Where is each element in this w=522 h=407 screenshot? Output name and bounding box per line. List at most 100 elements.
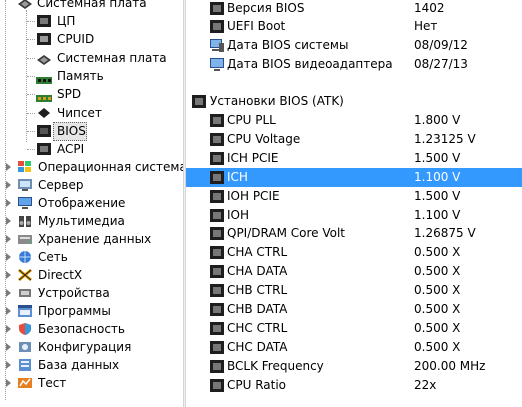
tree-item-cpuid[interactable]: CPUID xyxy=(0,30,183,48)
expand-arrow-icon[interactable] xyxy=(6,181,11,189)
tree-item-os[interactable]: Операционная система xyxy=(0,158,183,176)
list-row[interactable]: CHC DATA 0.500 X xyxy=(186,338,522,357)
list-row[interactable]: CHB CTRL 0.500 X xyxy=(186,281,522,300)
tree-item-label: SPD xyxy=(57,87,82,101)
multimedia-icon xyxy=(17,214,33,228)
field-label: Дата BIOS системы xyxy=(227,38,349,52)
field-label: CPU Ratio xyxy=(227,378,287,392)
tree-item-spd[interactable]: SPD xyxy=(0,85,183,103)
list-row[interactable]: IOH 1.100 V xyxy=(186,206,522,225)
group-title: Установки BIOS (ATK) xyxy=(210,94,344,108)
field-value: 0.500 X xyxy=(414,340,461,354)
tree-item-chipset[interactable]: Чипсет xyxy=(0,104,183,122)
windows-icon xyxy=(17,160,33,174)
list-row[interactable]: CPU Ratio 22x xyxy=(186,376,522,395)
list-row[interactable]: IOH PCIE 1.500 V xyxy=(186,187,522,206)
chip-icon xyxy=(210,20,224,33)
expand-arrow-icon[interactable] xyxy=(6,325,11,333)
field-label: CHC CTRL xyxy=(227,321,288,335)
tree-item-devices[interactable]: Устройства xyxy=(0,284,183,302)
tree-item-bios[interactable]: BIOS xyxy=(0,122,183,140)
shield-icon xyxy=(17,322,33,336)
chip-icon xyxy=(210,114,224,127)
tree-item-database[interactable]: База данных xyxy=(0,356,183,374)
expand-arrow-icon[interactable] xyxy=(6,271,11,279)
tree-item-label: Тест xyxy=(38,376,67,390)
chip-icon xyxy=(210,322,224,335)
storage-icon xyxy=(17,232,33,246)
field-value: 1.800 V xyxy=(414,113,461,127)
tree-item-programs[interactable]: Программы xyxy=(0,302,183,320)
tree-item-storage[interactable]: Хранение данных xyxy=(0,230,183,248)
tree-item-memory[interactable]: Память xyxy=(0,67,183,85)
navigation-tree: Системная плата ЦП CPUID Системная плата… xyxy=(0,0,183,407)
expand-arrow-icon[interactable] xyxy=(6,361,11,369)
tree-item-label: Отображение xyxy=(38,196,126,210)
list-row[interactable]: CPU Voltage 1.23125 V xyxy=(186,130,522,149)
tree-item-label: Программы xyxy=(38,304,111,318)
list-row[interactable]: CHC CTRL 0.500 X xyxy=(186,319,522,338)
expand-arrow-icon[interactable] xyxy=(6,307,11,315)
list-row[interactable]: QPI/DRAM Core Volt 1.26875 V xyxy=(186,224,522,243)
tree-item-motherboard[interactable]: Системная плата xyxy=(0,49,183,67)
field-label: CPU PLL xyxy=(227,113,276,127)
tree-item-label: CPUID xyxy=(57,32,95,46)
field-value: 200.00 MHz xyxy=(414,359,486,373)
list-row[interactable]: ICH 1.100 V xyxy=(186,168,522,187)
tree-item-label: Системная плата xyxy=(57,51,167,65)
list-row-uefi-boot[interactable]: UEFI Boot Нет xyxy=(186,17,522,36)
list-row-bios-version[interactable]: Версия BIOS 1402 xyxy=(186,0,522,18)
programs-icon xyxy=(17,304,33,318)
tree-item-display[interactable]: Отображение xyxy=(0,194,183,212)
field-label: BCLK Frequency xyxy=(227,359,324,373)
tree-item-label: Хранение данных xyxy=(38,232,152,246)
tree-item-label: База данных xyxy=(38,358,120,372)
list-row[interactable]: CHB DATA 0.500 X xyxy=(186,300,522,319)
expand-arrow-icon[interactable] xyxy=(6,343,11,351)
field-label: Версия BIOS xyxy=(227,1,305,15)
database-icon xyxy=(17,358,33,372)
field-value: 1.100 V xyxy=(414,208,461,222)
expand-arrow-icon[interactable] xyxy=(6,199,11,207)
tree-item-server[interactable]: Сервер xyxy=(0,176,183,194)
list-row[interactable]: CPU PLL 1.800 V xyxy=(186,111,522,130)
field-label: CHC DATA xyxy=(227,340,288,354)
field-value: 08/27/13 xyxy=(414,57,468,71)
tree-item-test[interactable]: Тест xyxy=(0,374,183,392)
expand-arrow-icon[interactable] xyxy=(6,253,11,261)
tree-item-label: Сеть xyxy=(38,250,68,264)
tree-item-label: Сервер xyxy=(38,178,84,192)
list-row[interactable]: BCLK Frequency 200.00 MHz xyxy=(186,357,522,376)
chip-icon xyxy=(210,171,224,184)
list-row[interactable]: CHA CTRL 0.500 X xyxy=(186,243,522,262)
tree-item-config[interactable]: Конфигурация xyxy=(0,338,183,356)
group-header-bios-settings[interactable]: Установки BIOS (ATK) xyxy=(186,92,522,111)
field-value: 1.500 V xyxy=(414,189,461,203)
field-label: UEFI Boot xyxy=(227,19,286,33)
acpi-icon xyxy=(36,142,52,156)
list-row-video-bios-date[interactable]: Дата BIOS видеоадаптера 08/27/13 xyxy=(186,55,522,74)
chip-icon xyxy=(210,303,224,316)
expand-arrow-icon[interactable] xyxy=(6,163,11,171)
tree-item-label: Безопасность xyxy=(38,322,125,336)
display-icon xyxy=(17,196,33,210)
tree-item-motherboard-root[interactable]: Системная плата xyxy=(0,0,183,12)
tree-item-acpi[interactable]: ACPI xyxy=(0,140,183,158)
tree-item-label: Системная плата xyxy=(37,0,147,10)
list-row[interactable]: ICH PCIE 1.500 V xyxy=(186,149,522,168)
network-icon xyxy=(17,250,33,264)
tree-item-cpu[interactable]: ЦП xyxy=(0,12,183,30)
list-row[interactable]: CHA DATA 0.500 X xyxy=(186,262,522,281)
expand-arrow-icon[interactable] xyxy=(6,217,11,225)
tree-item-security[interactable]: Безопасность xyxy=(0,320,183,338)
tree-item-multimedia[interactable]: Мультимедиа xyxy=(0,212,183,230)
tree-item-directx[interactable]: DirectX xyxy=(0,266,183,284)
expand-arrow-icon[interactable] xyxy=(6,379,11,387)
chip-icon xyxy=(210,284,224,297)
field-label: ICH PCIE xyxy=(227,151,279,165)
expand-arrow-icon[interactable] xyxy=(6,235,11,243)
list-row-system-bios-date[interactable]: Дата BIOS системы 08/09/12 xyxy=(186,36,522,55)
chip-icon xyxy=(210,360,224,373)
tree-item-network[interactable]: Сеть xyxy=(0,248,183,266)
expand-arrow-icon[interactable] xyxy=(6,289,11,297)
